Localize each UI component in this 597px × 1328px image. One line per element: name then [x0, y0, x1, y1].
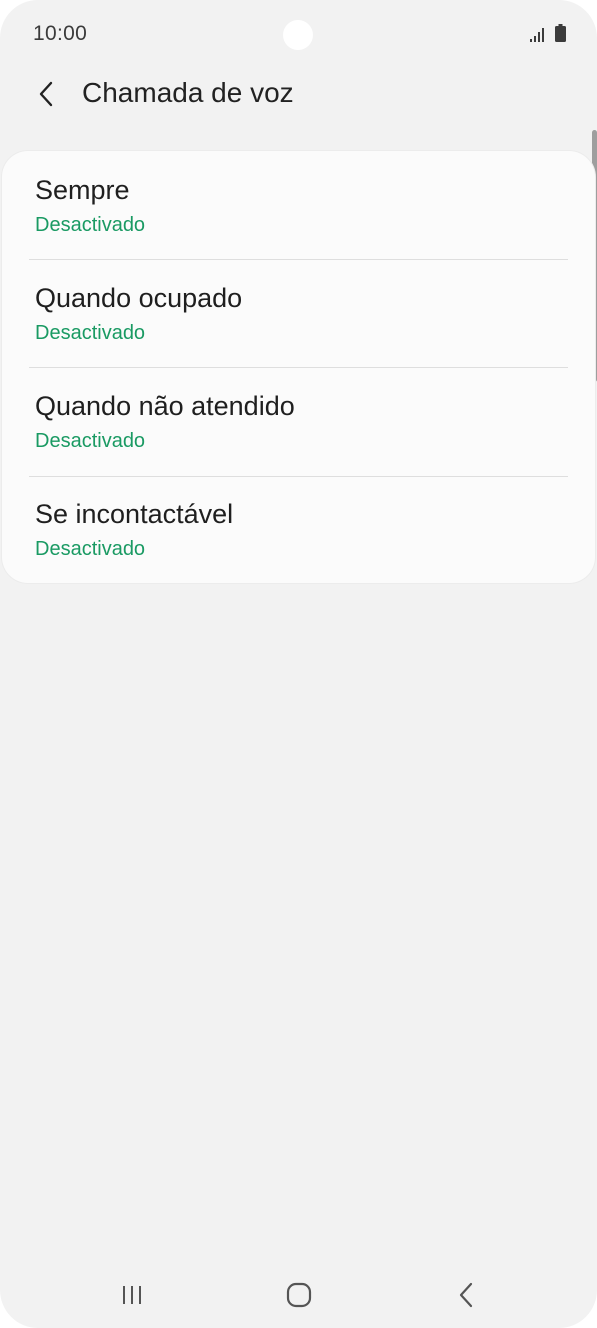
back-button[interactable] — [28, 74, 64, 114]
recents-icon — [123, 1286, 141, 1304]
call-forwarding-list: Sempre Desactivado Quando ocupado Desact… — [2, 151, 595, 583]
recents-button[interactable] — [112, 1280, 152, 1310]
item-title: Se incontactável — [35, 499, 234, 529]
list-item-when-busy[interactable]: Quando ocupado Desactivado — [2, 259, 595, 367]
item-status: Desactivado — [35, 322, 146, 344]
back-icon — [459, 1282, 473, 1308]
back-nav-button[interactable] — [446, 1280, 486, 1310]
chevron-left-icon — [39, 81, 53, 107]
page-title: Chamada de voz — [82, 77, 294, 108]
item-status: Desactivado — [35, 214, 146, 236]
signal-icon — [530, 28, 544, 42]
phone-screen: 10:00 Chamada de voz Sempre Desactivado … — [0, 0, 597, 1328]
list-item-unreachable[interactable]: Se incontactável Desactivado — [2, 475, 595, 583]
list-item-always[interactable]: Sempre Desactivado — [2, 151, 595, 259]
battery-icon — [555, 24, 566, 42]
item-title: Quando ocupado — [35, 283, 243, 313]
app-header: Chamada de voz — [0, 70, 597, 120]
list-item-when-unanswered[interactable]: Quando não atendido Desactivado — [2, 367, 595, 475]
item-title: Quando não atendido — [35, 391, 295, 421]
front-camera — [283, 20, 313, 50]
item-status: Desactivado — [35, 430, 146, 452]
item-title: Sempre — [35, 175, 130, 205]
item-status: Desactivado — [35, 538, 146, 560]
status-bar: 10:00 — [0, 0, 597, 70]
navigation-bar — [0, 1262, 597, 1328]
status-time: 10:00 — [33, 22, 88, 45]
home-icon — [286, 1282, 312, 1308]
status-icons — [530, 24, 566, 42]
home-button[interactable] — [279, 1280, 319, 1310]
